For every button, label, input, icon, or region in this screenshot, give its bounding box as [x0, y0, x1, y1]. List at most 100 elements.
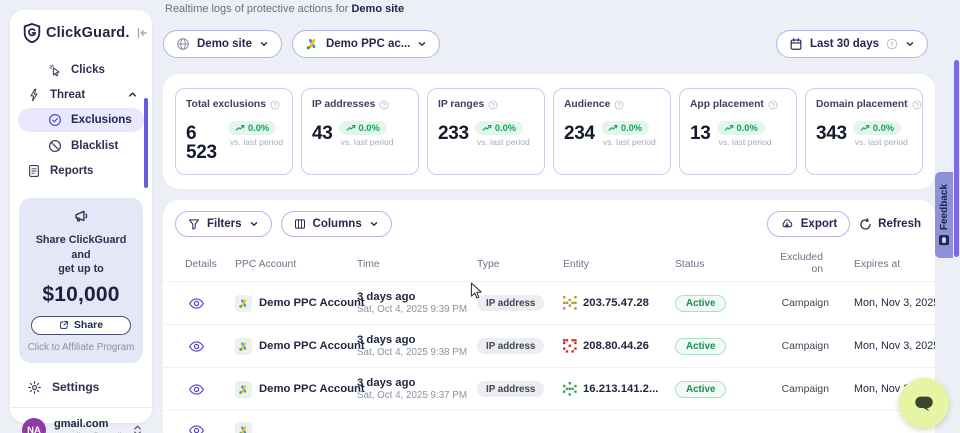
help-icon: ?	[912, 100, 922, 110]
affiliate-promo-card: Share ClickGuard and get up to $10,000 S…	[19, 198, 143, 363]
exclusions-table-panel: Filters Columns Export Refresh	[163, 200, 935, 433]
chat-launcher-button[interactable]	[899, 378, 949, 428]
details-eye-icon[interactable]	[185, 341, 235, 352]
details-eye-icon[interactable]	[185, 384, 235, 395]
stat-delta: 0.0%	[248, 123, 269, 133]
click-icon	[48, 63, 62, 77]
sidebar-item-exclusions[interactable]: Exclusions	[18, 108, 144, 132]
stat-card: IP ranges? 233 0.0% vs. last period	[427, 88, 545, 175]
column-header: Type	[477, 259, 563, 270]
stat-delta: 0.0%	[621, 123, 642, 133]
table-row: Demo PPC Account3 days agoSat, Oct 4, 20…	[163, 281, 935, 324]
type-badge: IP address	[477, 381, 544, 397]
export-button[interactable]: Export	[767, 211, 850, 237]
trend-up-icon	[724, 124, 734, 132]
stat-value: 343	[816, 124, 847, 143]
svg-text:?: ?	[491, 103, 495, 109]
feedback-bubble-icon	[939, 236, 949, 246]
trend-up-icon	[235, 124, 245, 132]
sidebar-item-blacklist[interactable]: Blacklist	[10, 133, 152, 158]
google-ads-icon	[305, 37, 319, 51]
user-menu[interactable]: NA gmail.com naatali.ro@gmail.com	[10, 408, 152, 433]
promo-heading: Share ClickGuard and get up to	[26, 233, 136, 277]
status-cell: Active	[675, 295, 775, 312]
entity-cell: 208.80.44.26	[563, 339, 675, 353]
chevron-down-icon	[259, 39, 269, 49]
calendar-icon	[789, 37, 803, 51]
help-icon: ?	[488, 100, 498, 110]
sidebar-scrollbar[interactable]	[144, 98, 148, 188]
chevron-down-icon	[249, 219, 259, 229]
chevron-down-icon	[417, 39, 427, 49]
promo-footer-link[interactable]: Click to Affiliate Program	[26, 342, 136, 353]
sidebar-item-reports[interactable]: Reports	[10, 158, 152, 183]
stat-compare: vs. last period	[339, 137, 394, 147]
stat-compare: vs. last period	[601, 137, 656, 147]
entity-cell: 203.75.47.28	[563, 296, 675, 310]
sidebar-item-settings[interactable]: Settings	[10, 363, 152, 395]
feedback-tab[interactable]: Feedback	[935, 172, 953, 258]
column-header: Entity	[563, 259, 675, 270]
sidebar-item-label: Reports	[50, 165, 93, 177]
ppc-account-name: Demo PPC Account	[259, 340, 365, 352]
mouse-cursor	[470, 282, 483, 301]
stat-compare: vs. last period	[475, 137, 530, 147]
date-range-selector[interactable]: Last 30 days ?	[776, 30, 928, 58]
svg-text:?: ?	[771, 103, 775, 109]
logo: ClickGuard.	[10, 10, 152, 53]
help-icon: ?	[270, 100, 280, 110]
stat-card: Total exclusions?6 5230.0%vs. last perio…	[175, 88, 293, 175]
details-eye-icon[interactable]	[185, 298, 235, 309]
user-name: gmail.com	[54, 418, 125, 432]
feedback-label: Feedback	[939, 184, 950, 230]
filters-label: Filters	[207, 218, 242, 230]
excluded-on-cell: Campaign	[775, 341, 829, 352]
table-toolbar: Filters Columns Export Refresh	[163, 200, 935, 247]
sidebar-item-clicks[interactable]: Clicks	[10, 57, 152, 82]
lightning-icon	[27, 88, 41, 102]
sidebar-collapse-icon[interactable]	[135, 26, 149, 40]
stat-delta: 0.0%	[495, 123, 516, 133]
time-relative: 3 days ago	[357, 291, 477, 303]
entity-value: 16.213.141.2...	[583, 383, 658, 395]
ppc-account-selector[interactable]: Demo PPC ac...	[292, 30, 440, 58]
status-cell: Active	[675, 338, 775, 355]
chevron-down-icon	[905, 39, 915, 49]
stat-card: Audience?2340.0%vs. last period	[553, 88, 671, 175]
ppc-account-selector-label: Demo PPC ac...	[326, 38, 410, 50]
svg-text:?: ?	[915, 103, 919, 109]
brand-name: ClickGuard.	[46, 25, 130, 41]
avatar: NA	[22, 418, 46, 433]
stat-value: 233	[438, 124, 469, 143]
sidebar-item-label: Clicks	[71, 64, 105, 76]
ppc-account-cell: Demo PPC Account	[235, 338, 357, 355]
entity-cell: 16.213.141.2...	[563, 382, 675, 396]
site-selector[interactable]: Demo site	[163, 30, 282, 58]
sidebar-item-label: Blacklist	[71, 140, 118, 152]
entity-value: 203.75.47.28	[583, 297, 649, 309]
filters-button[interactable]: Filters	[175, 211, 272, 237]
column-header: Details	[185, 259, 235, 270]
share-button[interactable]: Share	[31, 316, 131, 335]
columns-button[interactable]: Columns	[281, 211, 392, 237]
chevron-down-icon	[369, 219, 379, 229]
columns-icon	[294, 218, 306, 230]
stat-value: 6 523	[186, 124, 222, 162]
sidebar-item-threat[interactable]: Threat	[10, 82, 152, 107]
time-exact: Sat, Oct 4, 2025 9:39 PM	[357, 304, 477, 315]
shield-logo-icon	[23, 23, 41, 43]
columns-label: Columns	[313, 218, 362, 230]
page-scrollbar[interactable]	[954, 60, 959, 257]
column-header: PPC Account	[235, 259, 357, 270]
stat-delta: 0.0%	[737, 123, 758, 133]
check-circle-icon	[48, 113, 62, 127]
column-header: Expires at	[829, 259, 925, 270]
context-selectors: Demo site Demo PPC ac...	[163, 30, 440, 58]
expires-at-cell: Mon, Nov 3, 2025	[829, 297, 935, 309]
main-content: Realtime logs of protective actions for …	[163, 0, 935, 433]
stat-label: IP ranges	[438, 99, 484, 110]
ppc-account-name: Demo PPC Account	[259, 297, 365, 309]
help-icon: ?	[614, 100, 624, 110]
eye-icon[interactable]	[185, 425, 235, 433]
refresh-button[interactable]: Refresh	[859, 218, 921, 231]
